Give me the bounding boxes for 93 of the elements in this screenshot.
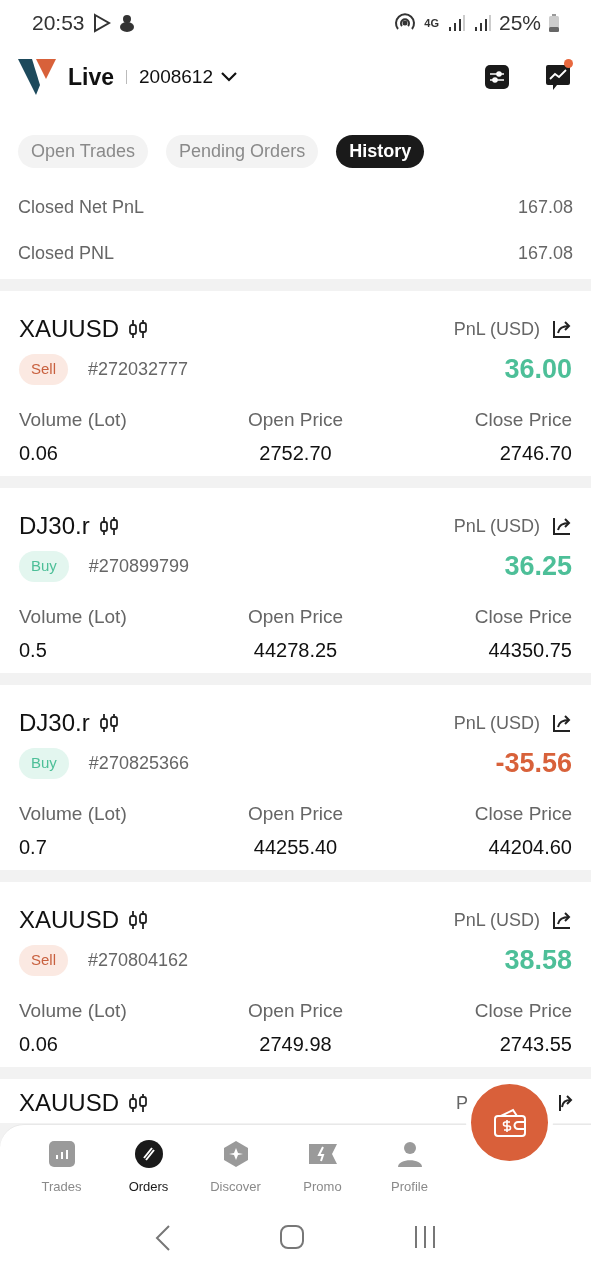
person-icon — [396, 1140, 423, 1168]
logo-icon — [18, 59, 56, 95]
open-price-label: Open Price — [246, 801, 344, 826]
bar-chart-icon — [48, 1141, 75, 1167]
close-price-label: Close Price — [473, 407, 572, 432]
signal-icon — [446, 14, 465, 32]
volume-label: Volume (Lot) — [19, 604, 128, 629]
ticket-number: #270804162 — [88, 948, 189, 972]
clock: 20:53 — [32, 10, 85, 37]
summary-label: Closed PNL — [18, 242, 115, 265]
candlestick-icon — [127, 910, 150, 930]
share-icon[interactable] — [552, 713, 572, 733]
summary-value: 167.08 — [517, 196, 573, 219]
close-price-value: 2743.55 — [498, 1032, 572, 1057]
pnl-value: 38.58 — [504, 944, 572, 977]
share-icon[interactable] — [552, 516, 572, 536]
pnl-value: -35.56 — [495, 747, 572, 780]
side-tag: Sell — [19, 354, 68, 385]
ticket-number: #270899799 — [88, 554, 189, 578]
candlestick-icon — [97, 516, 120, 536]
pnl-value: 36.00 — [504, 353, 572, 386]
open-price-value: 44278.25 — [252, 638, 339, 663]
volume-value: 0.06 — [19, 441, 59, 466]
wallet-icon — [492, 1107, 527, 1138]
pnl-value: 36.25 — [504, 550, 572, 583]
nav-tab[interactable]: Orders — [105, 1139, 192, 1197]
account-mode: Live — [68, 62, 115, 92]
notification-icon — [118, 14, 135, 32]
pnl-label: PnL (USD) — [453, 317, 540, 341]
close-price-value: 44204.60 — [487, 835, 572, 860]
symbol: XAUUSD — [19, 314, 120, 344]
pnl-label: P — [456, 1091, 468, 1115]
battery-percent: 25% — [498, 10, 541, 37]
volume-value: 0.5 — [19, 638, 48, 663]
summary-value: 167.08 — [517, 242, 573, 265]
back-icon[interactable] — [154, 1224, 171, 1251]
symbol: XAUUSD — [19, 905, 120, 935]
volume-label: Volume (Lot) — [19, 801, 128, 826]
recent-apps-icon[interactable] — [412, 1224, 437, 1249]
candlestick-icon — [97, 713, 120, 733]
volume-value: 0.7 — [19, 835, 48, 860]
pnl-label: PnL (USD) — [453, 711, 540, 735]
account-selector[interactable]: 2008612 — [139, 62, 237, 92]
share-icon[interactable] — [558, 1093, 574, 1113]
share-icon[interactable] — [552, 319, 572, 339]
open-price-value: 2752.70 — [258, 441, 333, 466]
candlestick-icon — [127, 1093, 150, 1113]
summary-label: Closed Net PnL — [18, 196, 145, 219]
ticket-number: #272032777 — [88, 357, 189, 381]
nav-tab[interactable]: Profile — [366, 1139, 453, 1197]
nav-tab[interactable]: Discover — [192, 1139, 279, 1197]
home-icon[interactable] — [279, 1224, 304, 1249]
chevron-down-icon — [221, 72, 237, 82]
swap-icon — [134, 1140, 163, 1168]
filter-button[interactable] — [485, 65, 509, 89]
trade-card[interactable]: DJ30.r PnL (USD) Buy #270899799 36.25 Volume (Lot) Open Price Close Price 0.5 44278.25 44350.75 — [0, 488, 591, 673]
tab[interactable]: History — [336, 135, 425, 168]
share-icon[interactable] — [552, 910, 572, 930]
open-price-value: 2749.98 — [258, 1032, 333, 1057]
hexagon-icon — [222, 1140, 249, 1168]
play-icon — [92, 13, 111, 33]
side-tag: Buy — [19, 748, 69, 779]
candlestick-icon — [127, 319, 150, 339]
symbol: XAUUSD — [19, 1089, 120, 1117]
open-price-label: Open Price — [246, 998, 344, 1023]
pnl-label: PnL (USD) — [453, 908, 540, 932]
nav-tab[interactable]: Trades — [18, 1139, 105, 1197]
sliders-icon — [489, 70, 505, 84]
volume-value: 0.06 — [19, 1032, 59, 1057]
signal-icon — [472, 14, 491, 32]
network-type: 4G — [424, 17, 439, 29]
symbol: DJ30.r — [19, 708, 90, 738]
open-price-label: Open Price — [246, 407, 344, 432]
symbol: DJ30.r — [19, 511, 90, 541]
open-price-label: Open Price — [246, 604, 344, 629]
trade-card[interactable]: XAUUSD PnL (USD) Sell #272032777 36.00 Volume (Lot) Open Price Close Price 0.06 2752.70 2746.70 — [0, 291, 591, 476]
close-price-label: Close Price — [473, 998, 572, 1023]
open-price-value: 44255.40 — [252, 835, 339, 860]
trade-card[interactable]: DJ30.r PnL (USD) Buy #270825366 -35.56 Volume (Lot) Open Price Close Price 0.7 44255.40 44204.60 — [0, 685, 591, 870]
close-price-label: Close Price — [473, 801, 572, 826]
side-tag: Buy — [19, 551, 69, 582]
side-tag: Sell — [19, 945, 68, 976]
close-price-label: Close Price — [473, 604, 572, 629]
trade-card[interactable]: XAUUSD PnL (USD) Sell #270804162 38.58 Volume (Lot) Open Price Close Price 0.06 2749.98 2743.55 — [0, 882, 591, 1067]
ticket-number: #270825366 — [88, 751, 189, 775]
close-price-value: 44350.75 — [487, 638, 572, 663]
ticket-icon — [307, 1142, 338, 1166]
volume-label: Volume (Lot) — [19, 407, 128, 432]
volume-label: Volume (Lot) — [19, 998, 128, 1023]
chart-message-icon — [545, 63, 571, 91]
close-price-value: 2746.70 — [498, 441, 572, 466]
pnl-label: PnL (USD) — [453, 514, 540, 538]
battery-icon — [549, 14, 559, 32]
